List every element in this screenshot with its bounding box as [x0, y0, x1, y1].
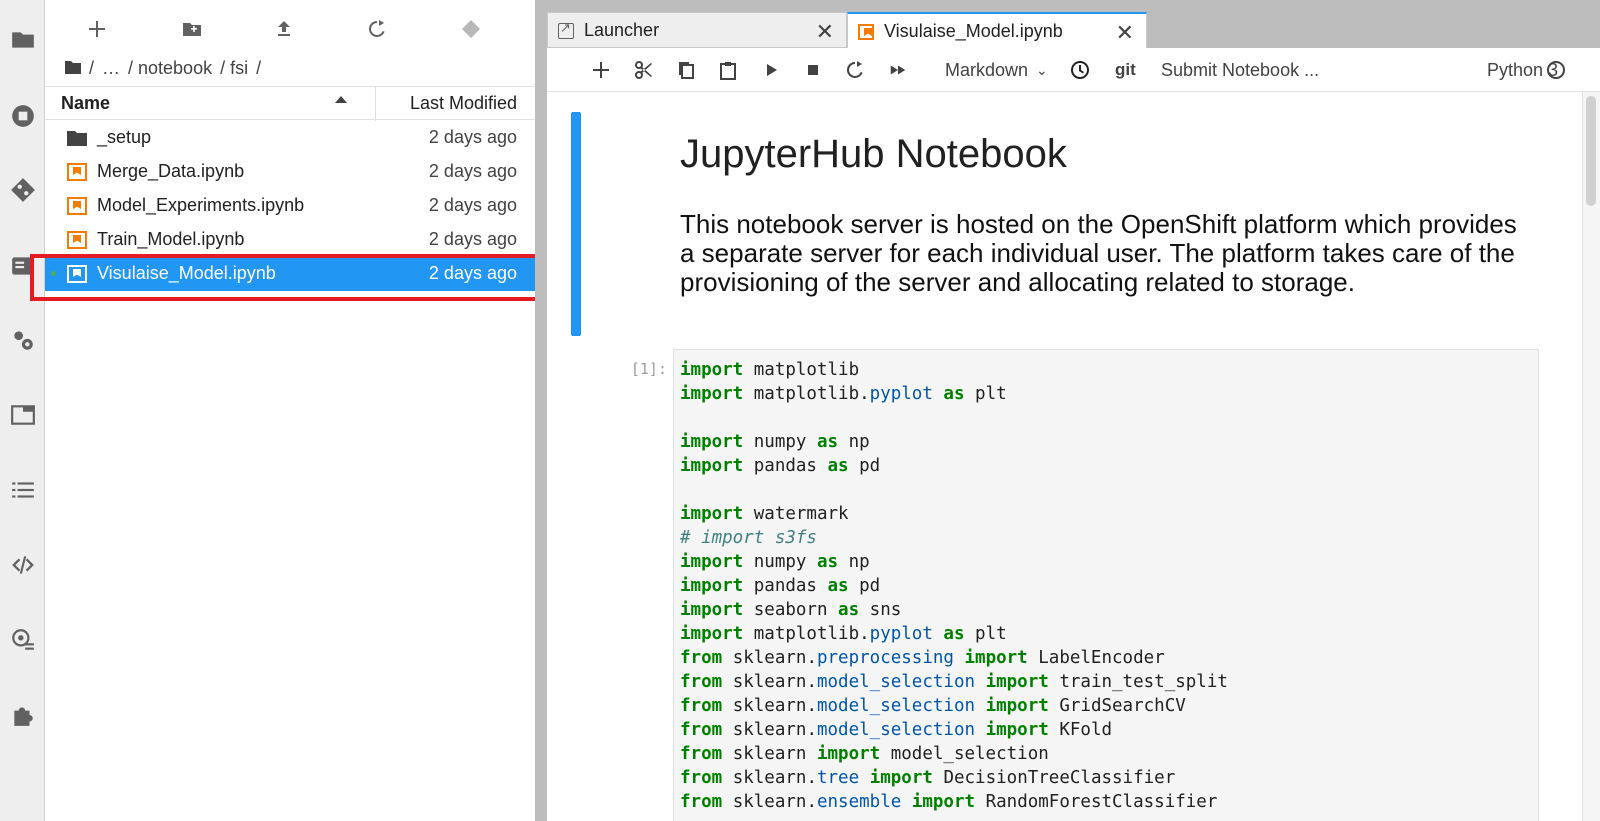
file-modified: 2 days ago: [428, 127, 517, 147]
notebook-icon: [67, 197, 87, 215]
commands-icon[interactable]: [0, 246, 45, 286]
panel-splitter[interactable]: [535, 0, 547, 821]
code-cell[interactable]: import matplotlib import matplotlib.pyplo…: [673, 349, 1539, 821]
file-row-setup[interactable]: _setup 2 days ago: [45, 121, 535, 155]
column-modified-header[interactable]: Last Modified: [410, 93, 517, 114]
chevron-down-icon: ⌄: [1036, 61, 1048, 78]
new-launcher-icon[interactable]: [77, 10, 117, 48]
file-modified: 2 days ago: [428, 195, 517, 215]
tab-label: Launcher: [584, 20, 660, 40]
file-modified: 2 days ago: [428, 229, 517, 249]
tab-bar: Launcher ✕ Visulaise_Model.ipynb ✕: [547, 0, 1600, 49]
git-clone-icon[interactable]: [451, 10, 491, 48]
breadcrumb-notebook[interactable]: / notebook: [128, 58, 212, 79]
folder-icon: [67, 129, 87, 147]
notebook-title: JupyterHub Notebook: [680, 132, 1067, 176]
breadcrumb-end: /: [256, 57, 262, 78]
main-area: Launcher ✕ Visulaise_Model.ipynb ✕: [547, 0, 1600, 821]
run-all-icon[interactable]: [887, 48, 909, 92]
tab-label: Visulaise_Model.ipynb: [884, 21, 1063, 41]
breadcrumb-ellipsis[interactable]: …: [102, 58, 120, 79]
file-name: Merge_Data.ipynb: [97, 161, 245, 181]
notebook-intro-paragraph: This notebook server is hosted on the Op…: [680, 209, 1517, 297]
launcher-icon: [558, 20, 574, 39]
extensions-icon[interactable]: [0, 695, 45, 735]
cell-type-value: Markdown: [945, 59, 1029, 80]
running-indicator-icon: [51, 271, 56, 276]
file-list: _setup 2 days ago Merge_Data.ipynb 2 day…: [45, 121, 535, 291]
breadcrumb-fsi[interactable]: / fsi: [220, 58, 248, 79]
close-icon[interactable]: ✕: [1116, 20, 1134, 46]
settings-icon[interactable]: [0, 620, 45, 660]
new-folder-icon[interactable]: [172, 10, 212, 48]
close-icon[interactable]: ✕: [816, 19, 834, 45]
submit-notebook-button[interactable]: Submit Notebook ...: [1161, 48, 1319, 92]
clock-icon[interactable]: [1069, 48, 1091, 92]
refresh-icon[interactable]: [357, 10, 397, 48]
file-modified: 2 days ago: [428, 161, 517, 181]
file-browser: / … / notebook / fsi / Name Last Modifie…: [45, 0, 535, 821]
file-name: Train_Model.ipynb: [97, 229, 245, 249]
breadcrumb: / … / notebook / fsi /: [65, 56, 261, 80]
file-row-train-model[interactable]: Train_Model.ipynb 2 days ago: [45, 223, 535, 257]
stop-icon[interactable]: [803, 48, 823, 92]
cell-type-dropdown[interactable]: Markdown ⌄: [945, 48, 1048, 92]
tabs-icon[interactable]: [0, 395, 45, 435]
column-name-header[interactable]: Name: [61, 93, 110, 114]
property-inspector-icon[interactable]: [0, 320, 45, 360]
activity-bar: [0, 0, 45, 821]
file-list-header: Name Last Modified: [45, 86, 535, 121]
home-folder-icon[interactable]: [65, 58, 81, 79]
tab-launcher[interactable]: Launcher ✕: [547, 12, 847, 48]
file-name: Model_Experiments.ipynb: [97, 195, 305, 215]
cut-icon[interactable]: [634, 48, 654, 92]
tab-visulaise-model[interactable]: Visulaise_Model.ipynb ✕: [847, 12, 1147, 49]
file-modified: 2 days ago: [428, 263, 517, 283]
running-icon[interactable]: [0, 96, 45, 136]
breadcrumb-root[interactable]: /: [89, 58, 94, 79]
scrollbar-thumb[interactable]: [1586, 96, 1596, 206]
notebook-icon: [67, 231, 87, 249]
add-cell-icon[interactable]: [591, 48, 611, 92]
code-editor[interactable]: import matplotlib import matplotlib.pyplo…: [680, 358, 1228, 814]
kernel-status-icon: [1547, 48, 1565, 92]
save-icon[interactable]: [547, 48, 573, 92]
notebook-toolbar: Markdown ⌄ git Submit Notebook ... Pytho…: [547, 48, 1600, 92]
file-row-merge-data[interactable]: Merge_Data.ipynb 2 days ago: [45, 155, 535, 189]
file-row-model-experiments[interactable]: Model_Experiments.ipynb 2 days ago: [45, 189, 535, 223]
cell-prompt: [1]:: [630, 360, 667, 378]
sort-ascending-icon: [335, 96, 347, 103]
notebook-icon: [858, 24, 874, 40]
file-name: Visulaise_Model.ipynb: [97, 263, 276, 283]
file-browser-toolbar: [45, 10, 535, 48]
upload-icon[interactable]: [264, 10, 304, 48]
restart-icon[interactable]: [845, 48, 865, 92]
notebook-icon: [67, 265, 87, 283]
paste-icon[interactable]: [718, 48, 738, 92]
file-name: _setup: [97, 127, 152, 147]
folder-icon[interactable]: [0, 20, 45, 60]
run-icon[interactable]: [761, 48, 781, 92]
notebook-icon: [67, 163, 87, 181]
file-row-visulaise-model[interactable]: Visulaise_Model.ipynb 2 days ago: [45, 257, 535, 291]
git-button[interactable]: git: [1115, 48, 1136, 92]
notebook-body: JupyterHub Notebook This notebook server…: [547, 92, 1600, 821]
active-cell-indicator: [571, 112, 581, 336]
git-icon[interactable]: [0, 170, 45, 210]
column-divider[interactable]: [375, 87, 376, 121]
code-snippets-icon[interactable]: [0, 545, 45, 585]
toc-icon[interactable]: [0, 470, 45, 510]
copy-icon[interactable]: [676, 48, 696, 92]
